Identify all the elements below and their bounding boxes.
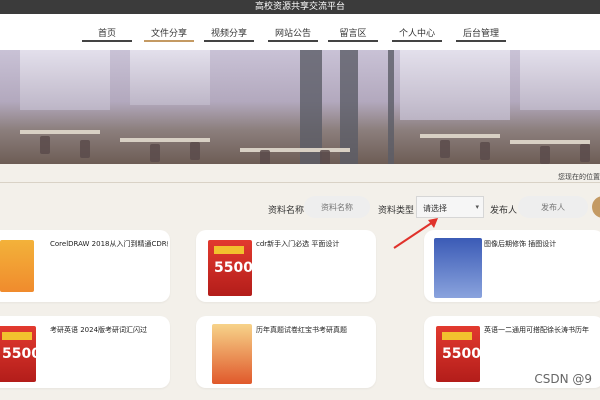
name-label: 资料名称 [268,206,305,216]
nav-item-video-share[interactable]: 视频分享 [196,26,262,42]
file-thumbnail: 5500 [430,322,481,382]
file-title: 考研英语 2024版考研词汇闪过 [50,326,148,334]
file-title: 英语一二通用可搭配徐长涛书历年 [484,326,589,334]
nav-item-home[interactable]: 首页 [74,26,140,42]
file-thumbnail: 5500 [0,322,44,382]
nav-item-message-board[interactable]: 留言区 [320,26,386,42]
search-button[interactable] [592,196,600,218]
file-thumbnail [430,236,482,298]
publisher-input[interactable] [518,196,588,218]
nav-item-user-center[interactable]: 个人中心 [384,26,450,42]
publisher-label: 发布人 [490,206,518,216]
location-breadcrumb: 您现在的位置 [558,173,600,181]
main-nav: 首页 文件分享 视频分享 网站公告 留言区 个人中心 后台管理 [0,14,600,50]
file-thumbnail [202,322,252,384]
section-divider [0,182,600,183]
file-card[interactable]: 5500 考研英语 2024版考研词汇闪过 [0,316,170,388]
nav-item-announcements[interactable]: 网站公告 [260,26,326,42]
app-title: 高校资源共享交流平台 [254,2,345,12]
hero-banner [0,50,600,164]
file-card[interactable]: 历年真题试卷红宝书考研真题 [196,316,376,388]
file-title: cdr新手入门必选 平面设计 [256,240,340,248]
file-thumbnail: 5500 [202,236,253,296]
file-card[interactable]: 图像后期修饰 插图设计 [424,230,600,302]
file-title: CorelDRAW 2018从入门到精通CDR教程 [50,240,168,248]
file-title: 图像后期修饰 插图设计 [484,240,557,248]
file-thumbnail [0,236,44,296]
name-input[interactable] [304,196,370,218]
file-card[interactable]: CorelDRAW 2018从入门到精通CDR教程 [0,230,170,302]
app-title-bar: 高校资源共享交流平台 [0,0,600,14]
chevron-down-icon: ▾ [475,203,479,211]
nav-item-admin[interactable]: 后台管理 [448,26,514,42]
nav-item-file-share[interactable]: 文件分享 [136,26,202,42]
watermark: CSDN @9 [534,372,592,386]
file-title: 历年真题试卷红宝书考研真题 [256,326,347,334]
file-card[interactable]: 5500 cdr新手入门必选 平面设计 [196,230,376,302]
